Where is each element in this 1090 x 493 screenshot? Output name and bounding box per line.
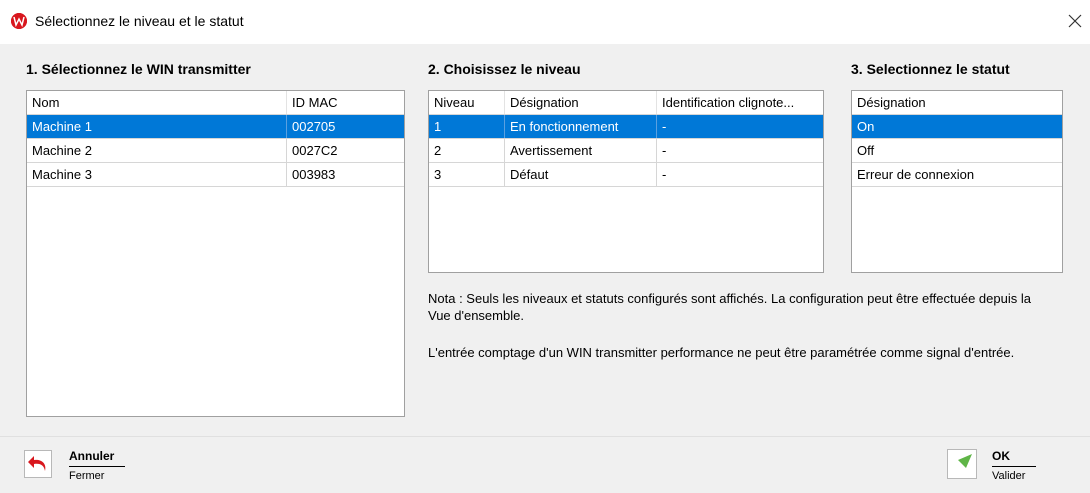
cell-designation: Défaut: [505, 163, 657, 186]
column-header-designation[interactable]: Désignation: [505, 91, 657, 114]
column-header-designation[interactable]: Désignation: [852, 91, 1062, 114]
ok-sublabel: Valider: [992, 470, 1026, 482]
table-row[interactable]: 2 Avertissement -: [429, 139, 823, 163]
ok-label[interactable]: OK: [992, 449, 1010, 463]
table-row[interactable]: On: [852, 115, 1062, 139]
title-bar: Sélectionnez le niveau et le statut: [0, 0, 1090, 44]
cell-nom: Machine 2: [27, 139, 287, 162]
check-arrow-icon[interactable]: [947, 449, 977, 479]
level-table[interactable]: Niveau Désignation Identification cligno…: [428, 90, 824, 273]
cell-designation: Erreur de connexion: [857, 167, 975, 182]
cell-nom: Machine 3: [27, 163, 287, 186]
cell-niveau: 2: [429, 139, 505, 162]
cell-designation: Avertissement: [505, 139, 657, 162]
cancel-label[interactable]: Annuler: [69, 449, 114, 463]
cell-identification: -: [662, 167, 667, 182]
table-header: Niveau Désignation Identification cligno…: [429, 91, 823, 115]
table-header: Désignation: [852, 91, 1062, 115]
note-line-2: Vue d'ensemble.: [428, 308, 524, 323]
note-line-1: Nota : Seuls les niveaux et statuts conf…: [428, 291, 1031, 306]
status-table[interactable]: Désignation On Off Erreur de connexion: [851, 90, 1063, 273]
table-row[interactable]: Off: [852, 139, 1062, 163]
column-header-nom[interactable]: Nom: [27, 91, 287, 114]
cell-niveau: 1: [429, 115, 505, 138]
column-header-identification[interactable]: Identification clignote...: [657, 91, 823, 114]
table-header: Nom ID MAC: [27, 91, 404, 115]
column-header-niveau[interactable]: Niveau: [429, 91, 505, 114]
table-row[interactable]: Erreur de connexion: [852, 163, 1062, 187]
cell-designation: En fonctionnement: [505, 115, 657, 138]
section2-title: 2. Choisissez le niveau: [428, 61, 581, 77]
table-row[interactable]: Machine 2 0027C2: [27, 139, 404, 163]
cell-niveau: 3: [429, 163, 505, 186]
window-title: Sélectionnez le niveau et le statut: [35, 13, 244, 29]
cell-designation: On: [857, 119, 875, 134]
close-button[interactable]: [1060, 6, 1090, 36]
section3-title: 3. Selectionnez le statut: [851, 61, 1010, 77]
footer-divider: [0, 436, 1090, 437]
cell-id-mac: 003983: [292, 167, 336, 182]
app-logo-icon: [11, 13, 27, 29]
section1-title: 1. Sélectionnez le WIN transmitter: [26, 61, 251, 77]
cell-identification: -: [662, 119, 667, 134]
column-header-id-mac[interactable]: ID MAC: [287, 91, 404, 114]
cell-designation: Off: [857, 143, 875, 158]
note-line-3: L'entrée comptage d'un WIN transmitter p…: [428, 345, 1015, 360]
undo-arrow-icon[interactable]: [24, 450, 52, 478]
cell-identification: -: [662, 143, 667, 158]
cell-nom: Machine 1: [27, 115, 287, 138]
table-row[interactable]: 3 Défaut -: [429, 163, 823, 187]
table-row[interactable]: Machine 3 003983: [27, 163, 404, 187]
transmitter-table[interactable]: Nom ID MAC Machine 1 002705 Machine 2 00…: [26, 90, 405, 417]
cell-id-mac: 0027C2: [292, 143, 338, 158]
cancel-sublabel: Fermer: [69, 470, 105, 482]
table-row[interactable]: Machine 1 002705: [27, 115, 404, 139]
table-row[interactable]: 1 En fonctionnement -: [429, 115, 823, 139]
cell-id-mac: 002705: [292, 119, 336, 134]
cancel-underline: [69, 466, 125, 467]
ok-underline: [992, 466, 1036, 467]
close-icon: [1068, 14, 1082, 28]
